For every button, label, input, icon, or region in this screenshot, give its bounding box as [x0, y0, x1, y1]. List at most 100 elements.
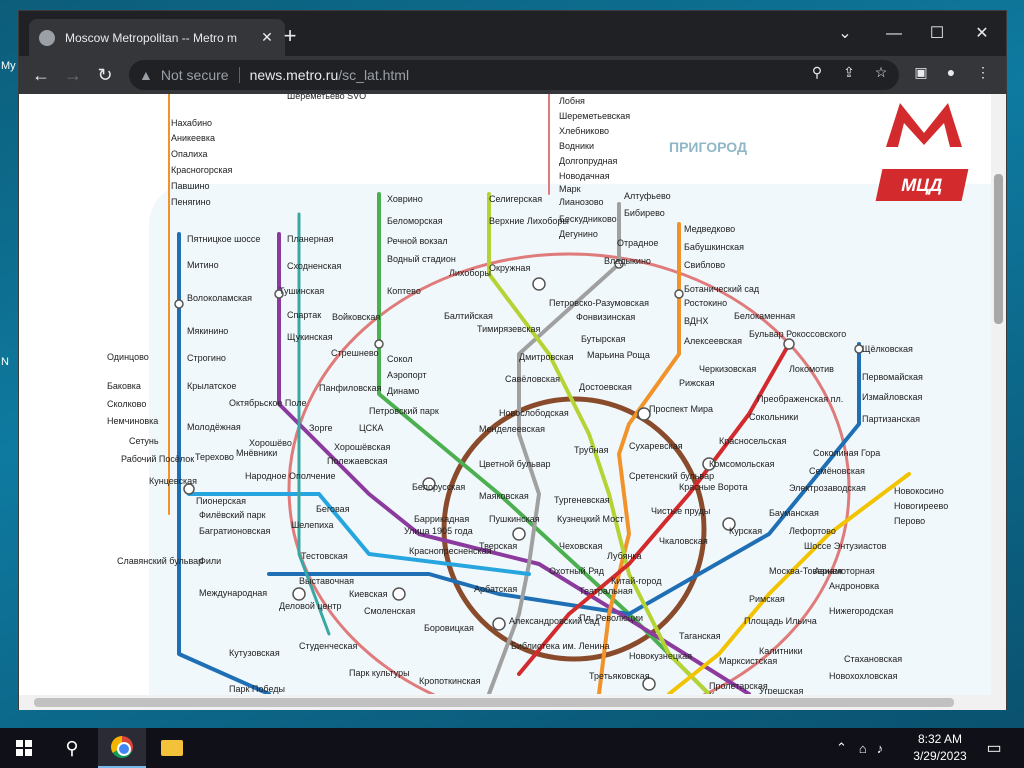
station-label[interactable]: Лефортово: [789, 526, 836, 536]
station-label[interactable]: Балтийская: [444, 311, 493, 321]
station-label[interactable]: Отрадное: [617, 238, 658, 248]
station-label[interactable]: Медведково: [684, 224, 735, 234]
station-label[interactable]: Славянский бульвар: [117, 556, 203, 566]
station-label[interactable]: Беговая: [316, 504, 350, 514]
station-label[interactable]: Чкаловская: [659, 536, 708, 546]
start-button[interactable]: [0, 728, 48, 768]
tray-chevron-up-icon[interactable]: ⌃: [836, 740, 847, 756]
station-label[interactable]: Долгопрудная: [559, 156, 618, 166]
station-label[interactable]: Волоколамская: [187, 293, 252, 303]
volume-icon[interactable]: ♪: [877, 741, 884, 756]
station-label[interactable]: Ботанический сад: [684, 284, 760, 294]
station-label[interactable]: Калитники: [759, 646, 803, 656]
station-label[interactable]: Менделеевская: [479, 424, 545, 434]
station-dot[interactable]: [492, 617, 506, 631]
station-label[interactable]: Селигерская: [489, 194, 542, 204]
station-label[interactable]: Белорусская: [412, 482, 465, 492]
station-label[interactable]: Сходненская: [287, 261, 342, 271]
station-label[interactable]: Библиотека им. Ленина: [511, 641, 610, 651]
station-label[interactable]: Международная: [199, 588, 267, 598]
station-label[interactable]: Хорошёво: [249, 438, 292, 448]
station-label[interactable]: Курская: [729, 526, 762, 536]
metro-map[interactable]: ПРИГОРОД Нахабино Аникеевка Опалиха Красног…: [69, 94, 1006, 710]
station-label[interactable]: Достоевская: [579, 382, 632, 392]
station-label[interactable]: Немчиновка: [107, 416, 158, 426]
station-label[interactable]: Петровско-Разумовская: [549, 298, 649, 308]
station-label[interactable]: Сокольники: [749, 412, 798, 422]
station-label[interactable]: Динамо: [387, 386, 419, 396]
maximize-button[interactable]: ☐: [917, 19, 957, 49]
station-label[interactable]: Лианозово: [559, 197, 604, 207]
station-label[interactable]: Соколиная Гора: [813, 448, 880, 458]
reload-icon[interactable]: ↻: [93, 63, 117, 87]
station-label[interactable]: Арбатская: [474, 584, 517, 594]
station-label[interactable]: Владыкино: [604, 256, 651, 266]
close-window-button[interactable]: ✕: [962, 19, 1002, 49]
station-label[interactable]: ЦСКА: [359, 423, 383, 433]
station-label[interactable]: Аникеевка: [171, 133, 215, 143]
station-label[interactable]: Водный стадион: [387, 254, 456, 264]
station-label[interactable]: Стахановская: [844, 654, 902, 664]
station-label[interactable]: Черкизовская: [699, 364, 756, 374]
station-label[interactable]: Ховрино: [387, 194, 423, 204]
address-bar[interactable]: ▲ Not secure news.metro.ru /sc_lat.html: [129, 60, 899, 90]
station-label[interactable]: Кутузовская: [229, 648, 280, 658]
browser-tab[interactable]: Moscow Metropolitan -- Metro m ✕: [29, 19, 285, 56]
profile-icon[interactable]: ●: [941, 62, 961, 82]
share-icon[interactable]: ⇪: [839, 62, 859, 82]
station-label[interactable]: Парк культуры: [349, 668, 410, 678]
station-label[interactable]: Кропоткинская: [419, 676, 481, 686]
station-label[interactable]: Новодачная: [559, 171, 610, 181]
station-label[interactable]: Стрешнево: [331, 348, 379, 358]
station-label[interactable]: Октябрьское Поле: [229, 398, 306, 408]
station-label[interactable]: Молодёжная: [187, 422, 241, 432]
station-label[interactable]: Бауманская: [769, 508, 819, 518]
bookmark-star-icon[interactable]: ☆: [871, 62, 891, 82]
station-dot[interactable]: [174, 299, 184, 309]
station-label[interactable]: Пушкинская: [489, 514, 540, 524]
station-label[interactable]: Третьяковская: [589, 671, 650, 681]
station-label[interactable]: Лобня: [559, 96, 585, 106]
station-label[interactable]: Партизанская: [862, 414, 920, 424]
station-label[interactable]: Алексеевская: [684, 336, 742, 346]
new-tab-button[interactable]: +: [278, 25, 302, 49]
station-label[interactable]: Коптево: [387, 286, 421, 296]
station-label[interactable]: Маяковская: [479, 491, 529, 501]
station-label[interactable]: Выставочная: [299, 576, 354, 586]
station-label[interactable]: Марксистская: [719, 656, 777, 666]
station-label[interactable]: Краснопресненская: [409, 546, 492, 556]
station-label[interactable]: Марк: [559, 184, 581, 194]
minimize-button[interactable]: —: [874, 19, 914, 49]
station-label[interactable]: Шоссе Энтузиастов: [804, 541, 887, 551]
station-label[interactable]: Сретенский бульвар: [629, 471, 714, 481]
station-label[interactable]: Пл. Революции: [579, 613, 643, 623]
station-label[interactable]: Деловой центр: [279, 601, 342, 611]
station-label[interactable]: Народное Ополчение: [245, 471, 335, 481]
station-label[interactable]: Трубная: [574, 445, 609, 455]
station-label[interactable]: Фонвизинская: [576, 312, 635, 322]
station-dot[interactable]: [674, 289, 684, 299]
horizontal-scrollbar[interactable]: [19, 695, 991, 710]
station-label[interactable]: Новогиреево: [894, 501, 948, 511]
station-label[interactable]: Мякинино: [187, 326, 228, 336]
station-label[interactable]: Новокузнецкая: [629, 651, 692, 661]
station-label[interactable]: Улица 1905 года: [404, 526, 473, 536]
station-label[interactable]: Беломорская: [387, 216, 443, 226]
station-label[interactable]: Щукинская: [287, 332, 333, 342]
station-dot[interactable]: [392, 587, 406, 601]
station-label[interactable]: Одинцово: [107, 352, 149, 362]
station-label[interactable]: Бульвар Рокоссовского: [749, 329, 846, 339]
station-label[interactable]: Верхние Лихоборы: [489, 216, 569, 226]
station-label[interactable]: Красногорская: [171, 165, 232, 175]
station-label[interactable]: Багратионовская: [199, 526, 270, 536]
station-label[interactable]: Шелепиха: [291, 520, 334, 530]
station-label[interactable]: Студенческая: [299, 641, 357, 651]
taskbar-clock[interactable]: 8:32 AM 3/29/2023: [905, 731, 975, 765]
station-label[interactable]: Сокол: [387, 354, 413, 364]
station-label[interactable]: Сухаревская: [629, 441, 683, 451]
station-label[interactable]: Угрешская: [759, 686, 803, 694]
station-label[interactable]: Нижегородская: [829, 606, 893, 616]
station-label[interactable]: Планерная: [287, 234, 334, 244]
station-label[interactable]: Окружная: [489, 263, 530, 273]
station-label[interactable]: Кунцевская: [149, 476, 197, 486]
